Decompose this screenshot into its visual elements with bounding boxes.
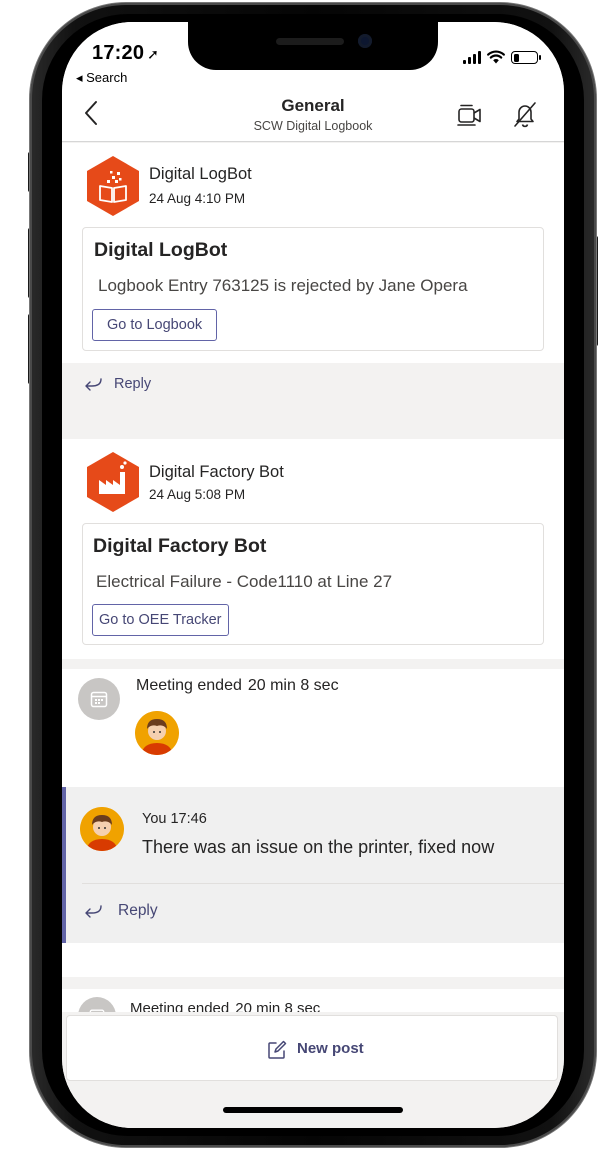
cellular-signal-icon xyxy=(463,51,481,64)
sender-name: Digital LogBot xyxy=(149,165,252,183)
speaker-grille xyxy=(276,38,344,45)
divider xyxy=(82,883,564,884)
new-post-label: New post xyxy=(297,1040,364,1057)
participant-avatar xyxy=(135,711,179,755)
reply-bar[interactable]: Reply xyxy=(62,363,564,407)
go-to-oee-tracker-button[interactable]: Go to OEE Tracker xyxy=(92,604,229,636)
meeting-ended-text: Meeting ended 20 min 8 sec xyxy=(136,677,339,694)
reply-arrow-icon xyxy=(85,378,102,391)
meeting-calendar-avatar xyxy=(78,678,120,720)
back-to-search-link[interactable]: ◂ Search xyxy=(76,70,127,86)
status-bar: 17:20 ➚ ◂ Search xyxy=(62,22,564,90)
compose-pencil-icon xyxy=(268,1040,287,1059)
card-text: Logbook Entry 763125 is rejected by Jane… xyxy=(98,276,468,295)
channel-title: General xyxy=(281,96,345,115)
channel-header: General SCW Digital Logbook xyxy=(62,90,564,142)
front-camera xyxy=(358,34,372,48)
home-indicator[interactable] xyxy=(223,1107,403,1113)
battery-icon xyxy=(511,51,541,64)
team-name: SCW Digital Logbook xyxy=(253,119,373,133)
my-message-post: You 17:46 There was an issue on the prin… xyxy=(62,787,564,943)
meeting-duration: 20 min 8 sec xyxy=(247,677,339,694)
calendar-icon xyxy=(90,691,108,708)
mute-notifications-bell-icon[interactable] xyxy=(512,100,538,128)
feed-gap xyxy=(62,943,564,977)
reply-label: Reply xyxy=(114,376,152,392)
go-to-logbook-button[interactable]: Go to Logbook xyxy=(92,309,218,341)
post-timestamp: 24 Aug 5:08 PM xyxy=(149,487,246,502)
reply-label: Reply xyxy=(118,902,158,919)
battery-level xyxy=(513,53,519,62)
bot-post: Digital LogBot 24 Aug 4:10 PM Digital Lo… xyxy=(62,143,564,407)
message-meta: You 17:46 xyxy=(142,811,207,827)
clock: 17:20 ➚ xyxy=(92,42,160,64)
card-title: Digital LogBot xyxy=(94,239,228,261)
card-title: Digital Factory Bot xyxy=(93,535,267,557)
logbook-bot-avatar-icon xyxy=(87,156,139,216)
adaptive-card: Digital Factory Bot Electrical Failure -… xyxy=(82,523,544,645)
bot-post: Digital Factory Bot 24 Aug 5:08 PM Digit… xyxy=(62,439,564,659)
location-arrow-icon: ➚ xyxy=(147,46,160,62)
reply-bar[interactable]: Reply xyxy=(62,889,564,933)
message-text: There was an issue on the printer, fixed… xyxy=(142,837,495,857)
wifi-icon xyxy=(487,50,505,64)
adaptive-card: Digital LogBot Logbook Entry 763125 is r… xyxy=(82,227,544,351)
factory-bot-avatar-icon xyxy=(87,452,139,512)
notch xyxy=(188,22,438,70)
card-text: Electrical Failure - Code1110 at Line 27 xyxy=(96,572,393,591)
my-avatar xyxy=(80,807,124,851)
meet-now-video-icon[interactable] xyxy=(456,102,484,128)
phone-screen: 17:20 ➚ ◂ Search General SCW Digital Log… xyxy=(62,22,564,1128)
reply-arrow-icon xyxy=(85,905,102,918)
meeting-ended-event: Meeting ended 20 min 8 sec xyxy=(62,669,564,787)
new-post-button[interactable]: New post xyxy=(66,1015,558,1081)
sender-name: Digital Factory Bot xyxy=(149,463,284,481)
system-indicators xyxy=(463,50,541,64)
post-timestamp: 24 Aug 4:10 PM xyxy=(149,191,246,206)
